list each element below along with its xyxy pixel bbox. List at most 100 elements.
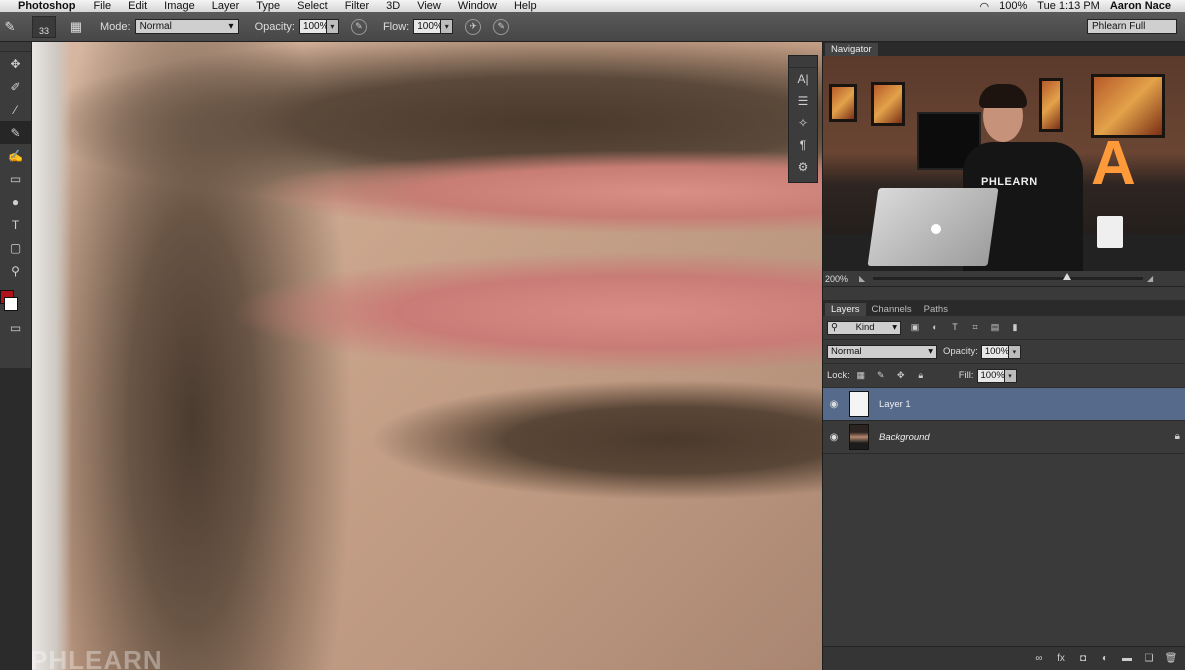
layers-footer: ∞ fx ◘ ◐ ▬ ❑ 🗑︎ — [823, 646, 1185, 670]
layer-opacity-arrow[interactable]: ▾ — [1008, 344, 1021, 359]
menu-file[interactable]: File — [93, 0, 111, 12]
fill-input[interactable]: 100% — [976, 368, 1005, 383]
picture-frame — [871, 82, 905, 126]
menu-type[interactable]: Type — [256, 0, 280, 12]
gradient-tool-icon[interactable]: ▭ — [0, 167, 31, 190]
filter-adjustment-icon[interactable]: ◐ — [929, 322, 941, 334]
opacity-input[interactable]: 100% — [298, 19, 329, 34]
tab-channels[interactable]: Channels — [866, 303, 918, 316]
pressure-opacity-icon[interactable]: ✎ — [350, 18, 367, 35]
zoom-out-icon[interactable]: ◣ — [859, 274, 869, 283]
flow-input[interactable]: 100% — [413, 19, 443, 34]
lock-image-icon[interactable]: ✎ — [875, 370, 887, 382]
zoom-tool-icon[interactable]: ⚲ — [0, 259, 31, 282]
eye-icon[interactable]: ◉ — [823, 432, 845, 443]
menu-edit[interactable]: Edit — [128, 0, 147, 12]
wifi-icon[interactable]: ◠ — [980, 0, 990, 13]
layer-opacity-input[interactable]: 100% — [980, 344, 1009, 359]
layers-panel: Layers Channels Paths ⚲ Kind ▾ ▣ ◐ T ⌗ ▤… — [823, 300, 1185, 670]
flow-dropdown-arrow[interactable]: ▾ — [441, 19, 454, 34]
mode-select[interactable]: Normal ▾ — [134, 19, 239, 34]
fx-icon[interactable]: fx — [1050, 653, 1072, 664]
layer-filter-select[interactable]: ⚲ Kind ▾ — [827, 320, 901, 335]
filter-type-icon[interactable]: T — [949, 322, 961, 334]
menu-view[interactable]: View — [417, 0, 441, 12]
zoom-slider[interactable] — [873, 273, 1143, 280]
battery-status[interactable]: 100% — [999, 0, 1027, 12]
mask-icon[interactable]: ◘ — [1072, 653, 1094, 664]
brush-tool-preset-icon[interactable]: ✎ — [2, 19, 18, 35]
blend-mode-select[interactable]: Normal ▾ — [827, 344, 937, 359]
history-brush-tool-icon[interactable]: ✍ — [0, 144, 31, 167]
options-bar: ✎ 33 ▦ Mode: Normal ▾ Opacity: 100% ▾ ✎ … — [0, 12, 1185, 42]
menu-window[interactable]: Window — [458, 0, 497, 12]
lock-all-icon[interactable]: 🔒︎ — [915, 370, 927, 382]
apple-logo-icon — [931, 224, 941, 234]
fill-arrow[interactable]: ▾ — [1004, 368, 1017, 383]
menu-layer[interactable]: Layer — [212, 0, 240, 12]
brush-panel-icon[interactable]: ▦ — [68, 19, 84, 35]
layer-row-background[interactable]: ◉ Background 🔒︎ — [823, 421, 1185, 454]
filter-smart-icon[interactable]: ▤ — [989, 322, 1001, 334]
tab-navigator[interactable]: Navigator — [825, 43, 878, 56]
properties-panel-icon[interactable]: ⚙ — [789, 156, 817, 178]
navigator-preview[interactable]: A PHLEARN — [823, 56, 1185, 271]
lock-position-icon[interactable]: ✥ — [895, 370, 907, 382]
trash-icon[interactable]: 🗑︎ — [1160, 653, 1182, 664]
brush-presets-icon[interactable]: ✧ — [789, 112, 817, 134]
navigator-tabs: Navigator — [823, 42, 1185, 56]
panel-icon-strip: A| ☰ ✧ ¶ ⚙ — [788, 55, 818, 183]
background-color-swatch[interactable] — [4, 297, 18, 311]
opacity-dropdown-arrow[interactable]: ▾ — [326, 19, 339, 34]
user-name[interactable]: Aaron Nace — [1110, 0, 1171, 12]
filter-pixel-icon[interactable]: ▣ — [909, 322, 921, 334]
layer-row-layer-1[interactable]: ◉ Layer 1 — [823, 388, 1185, 421]
workspace-switcher[interactable]: Phlearn Full — [1087, 19, 1177, 34]
lock-label: Lock: — [827, 370, 850, 381]
menu-filter[interactable]: Filter — [345, 0, 369, 12]
right-panel-dock: Navigator A PHLEARN 200% ◣ ◢ Layers Chan… — [822, 42, 1185, 670]
zoom-slider-handle[interactable] — [1063, 273, 1072, 280]
lock-transparent-icon[interactable]: ▦ — [855, 370, 867, 382]
dodge-tool-icon[interactable]: ● — [0, 190, 31, 213]
tab-layers[interactable]: Layers — [825, 303, 866, 316]
search-icon: ⚲ — [831, 322, 838, 333]
pressure-size-icon[interactable]: ✎ — [493, 18, 510, 35]
panel-grip[interactable] — [0, 42, 31, 52]
document-canvas[interactable]: PHLEARN — [32, 42, 822, 670]
menu-select[interactable]: Select — [297, 0, 328, 12]
layer-filter-row: ⚲ Kind ▾ ▣ ◐ T ⌗ ▤ ▮ — [823, 316, 1185, 340]
quick-select-tool-icon[interactable]: ✐ — [0, 75, 31, 98]
shape-tool-icon[interactable]: ▢ — [0, 236, 31, 259]
filter-toggle-icon[interactable]: ▮ — [1009, 322, 1021, 334]
color-swatches[interactable] — [0, 282, 31, 316]
clock[interactable]: Tue 1:13 PM — [1037, 0, 1100, 12]
tab-paths[interactable]: Paths — [918, 303, 954, 316]
brush-size-picker[interactable]: 33 — [32, 15, 56, 38]
folder-icon[interactable]: ▬ — [1116, 653, 1138, 664]
move-tool-icon[interactable]: ✥ — [0, 52, 31, 75]
type-tool-icon[interactable]: T — [0, 213, 31, 236]
layer-name: Background — [879, 431, 930, 443]
menu-image[interactable]: Image — [164, 0, 195, 12]
airbrush-icon[interactable]: ✈ — [465, 18, 482, 35]
zoom-in-icon[interactable]: ◢ — [1147, 274, 1157, 283]
paragraph-panel-icon[interactable]: ¶ — [789, 134, 817, 156]
character-panel-icon[interactable]: A| — [789, 68, 817, 90]
adjustment-layer-icon[interactable]: ◐ — [1094, 653, 1116, 664]
adjustments-panel-icon[interactable]: ☰ — [789, 90, 817, 112]
strip-grip[interactable] — [789, 56, 817, 68]
eye-icon[interactable]: ◉ — [823, 399, 845, 410]
menu-help[interactable]: Help — [514, 0, 537, 12]
screen-mode-icon[interactable]: ▭ — [0, 316, 31, 339]
layers-tabs: Layers Channels Paths — [823, 300, 1185, 316]
brush-tool-icon[interactable]: ✎ — [0, 121, 31, 144]
app-menu[interactable]: Photoshop — [18, 0, 75, 12]
menu-3d[interactable]: 3D — [386, 0, 400, 12]
zoom-value[interactable]: 200% — [825, 274, 859, 284]
link-icon[interactable]: ∞ — [1028, 653, 1050, 664]
new-layer-icon[interactable]: ❑ — [1138, 653, 1160, 664]
eyedropper-tool-icon[interactable]: ⁄ — [0, 98, 31, 121]
lock-row: Lock: ▦ ✎ ✥ 🔒︎ Fill: 100% ▾ — [823, 364, 1185, 388]
filter-shape-icon[interactable]: ⌗ — [969, 322, 981, 334]
